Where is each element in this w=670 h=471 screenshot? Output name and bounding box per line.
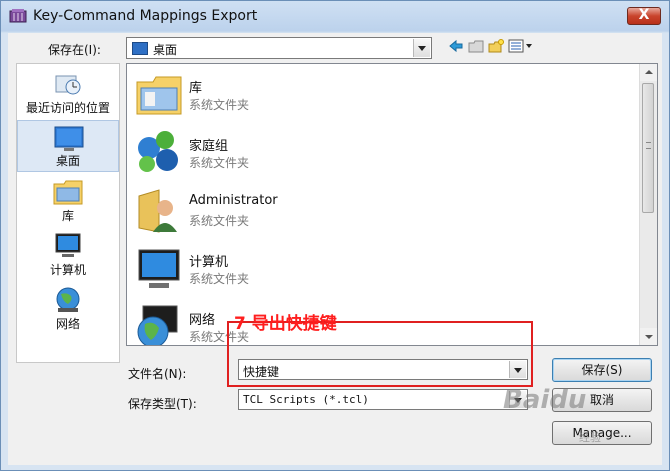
network-icon (137, 305, 178, 345)
up-folder-icon[interactable] (468, 39, 484, 53)
close-button[interactable]: X (627, 7, 661, 25)
item-name: 计算机 (189, 255, 229, 270)
place-label: 计算机 (49, 263, 86, 277)
vertical-scrollbar[interactable] (639, 64, 657, 345)
homegroup-icon (138, 131, 178, 172)
title-bar[interactable]: Key-Command Mappings Export X (1, 1, 669, 33)
scroll-thumb[interactable] (642, 83, 654, 213)
item-type: 系统文件夹 (189, 272, 250, 286)
place-recent[interactable]: 最近访问的位置 (17, 66, 119, 118)
place-network[interactable]: 网络 (17, 282, 119, 334)
place-label: 网络 (55, 317, 80, 331)
place-computer[interactable]: 计算机 (17, 228, 119, 280)
file-list[interactable]: 库 系统文件夹 家庭组 系统文件夹 Administrator 系统文件夹 计算… (126, 63, 658, 346)
window-title: Key-Command Mappings Export (33, 8, 258, 24)
scroll-down-icon[interactable] (640, 328, 657, 345)
back-icon[interactable] (448, 39, 464, 53)
network-icon (56, 287, 80, 312)
library-icon (136, 76, 182, 115)
library-icon (53, 180, 83, 205)
save-in-value: 桌面 (153, 43, 178, 57)
watermark-sub: 经验 (579, 431, 601, 444)
filename-label: 文件名(N): (128, 367, 187, 381)
list-item[interactable]: 库 系统文件夹 (131, 66, 621, 122)
item-type: 系统文件夹 (189, 156, 250, 170)
places-bar: 最近访问的位置 桌面 库 计算机 网络 (16, 63, 120, 363)
desktop-icon (54, 126, 84, 151)
chevron-down-icon[interactable] (413, 39, 430, 57)
place-label: 桌面 (55, 154, 80, 168)
item-name: 库 (189, 81, 203, 96)
desktop-icon (132, 42, 148, 55)
save-button[interactable]: 保存(S) (552, 358, 652, 382)
list-item[interactable]: 家庭组 系统文件夹 (131, 124, 621, 180)
list-item[interactable]: Administrator 系统文件夹 (131, 182, 621, 238)
item-name: Administrator (189, 193, 278, 208)
new-folder-icon[interactable] (488, 39, 504, 53)
computer-icon (138, 249, 180, 288)
user-folder-icon (138, 189, 177, 233)
place-label: 最近访问的位置 (25, 101, 110, 115)
watermark-brand: Baidu (503, 385, 587, 415)
recent-places-icon (55, 75, 81, 95)
scroll-up-icon[interactable] (640, 64, 657, 81)
save-in-dropdown[interactable]: 桌面 (126, 37, 432, 59)
place-library[interactable]: 库 (17, 174, 119, 226)
close-icon: X (638, 7, 650, 23)
filetype-dropdown[interactable]: TCL Scripts (*.tcl) (238, 389, 528, 410)
place-label: 库 (61, 209, 74, 223)
list-item[interactable]: 计算机 系统文件夹 (131, 240, 621, 296)
app-icon (9, 9, 27, 23)
filetype-label: 保存类型(T): (128, 397, 197, 411)
item-type: 系统文件夹 (189, 98, 250, 112)
item-name: 网络 (189, 313, 216, 328)
dialog-window: Key-Command Mappings Export X 保存在(I): 桌面 (0, 0, 670, 471)
item-name: 家庭组 (189, 139, 229, 154)
place-desktop[interactable]: 桌面 (17, 120, 119, 172)
computer-icon (55, 233, 81, 257)
filetype-value: TCL Scripts (*.tcl) (243, 393, 369, 406)
annotation-label: 7 导出快捷键 (234, 314, 337, 334)
item-type: 系统文件夹 (189, 214, 250, 228)
view-menu-icon[interactable] (508, 39, 534, 53)
save-in-label: 保存在(I): (48, 43, 101, 57)
